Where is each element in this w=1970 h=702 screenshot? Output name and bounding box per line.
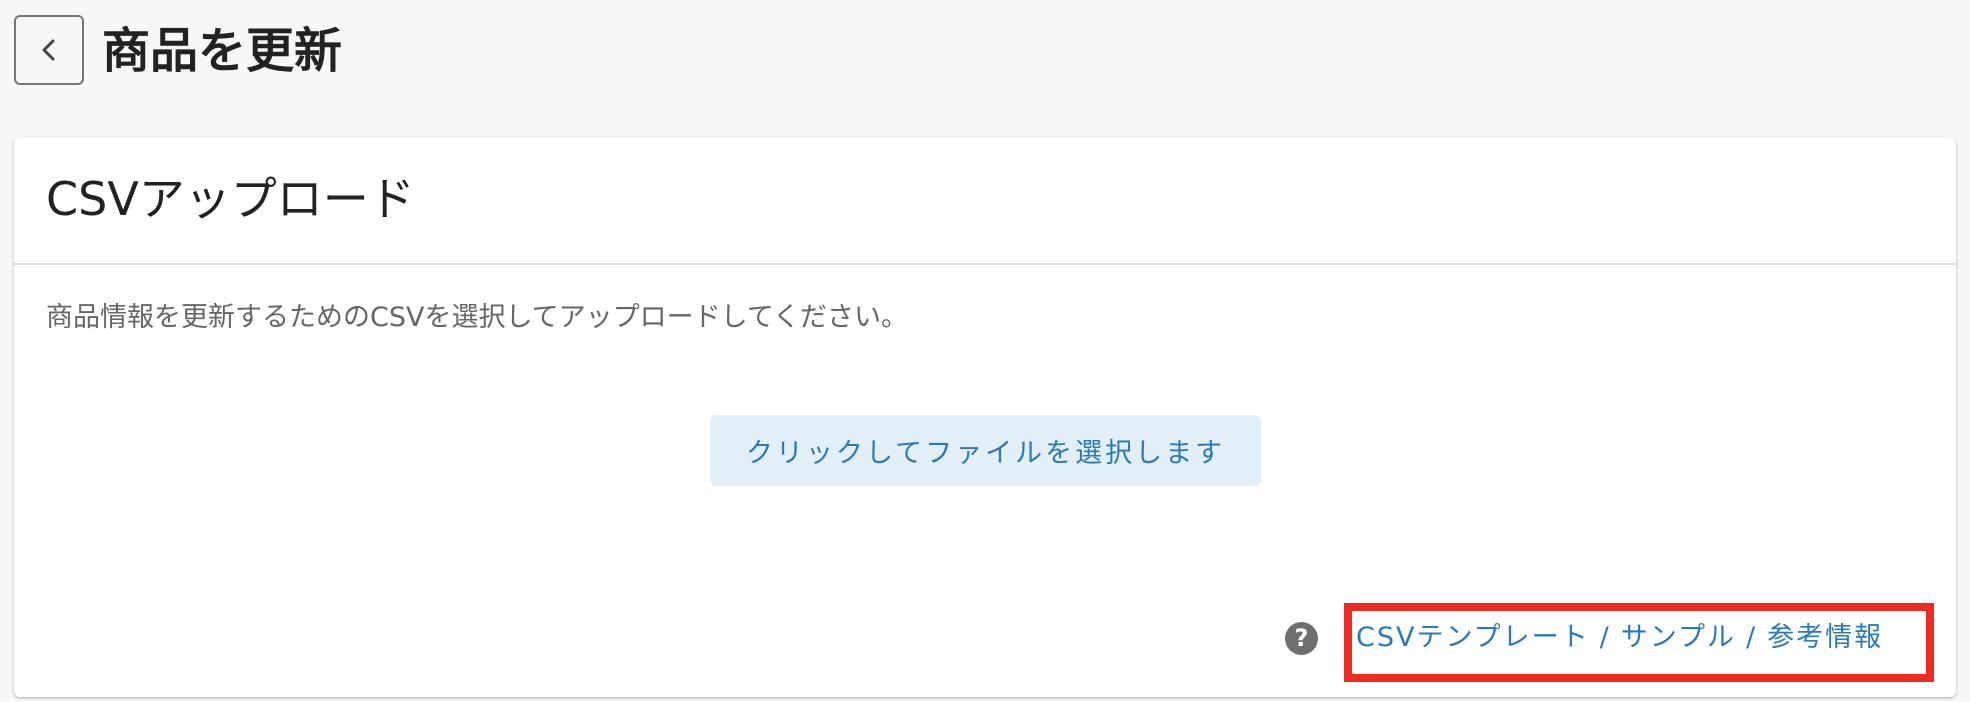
link-separator: / <box>1599 622 1611 653</box>
card-title: CSVアップロード <box>46 172 415 226</box>
reference-info-link[interactable]: 参考情報 <box>1767 622 1883 653</box>
csv-upload-card: CSVアップロード 商品情報を更新するためのCSVを選択してアップロードしてくだ… <box>14 138 1956 697</box>
file-select-button[interactable]: クリックしてファイルを選択します <box>710 415 1261 486</box>
sample-link[interactable]: サンプル <box>1621 622 1736 653</box>
question-circle-icon[interactable]: ? <box>1285 622 1318 655</box>
csv-template-link[interactable]: CSVテンプレート <box>1356 622 1590 653</box>
page: 商品を更新 CSVアップロード 商品情報を更新するためのCSVを選択してアップロ… <box>0 0 1970 702</box>
upload-description: 商品情報を更新するためのCSVを選択してアップロードしてください。 <box>46 302 909 333</box>
chevron-left-icon <box>42 39 55 61</box>
reference-links: CSVテンプレート / サンプル / 参考情報 <box>1356 618 1883 658</box>
page-title: 商品を更新 <box>102 23 343 79</box>
link-separator: / <box>1745 622 1758 653</box>
back-button[interactable] <box>14 15 84 85</box>
card-header: CSVアップロード <box>14 138 1956 265</box>
